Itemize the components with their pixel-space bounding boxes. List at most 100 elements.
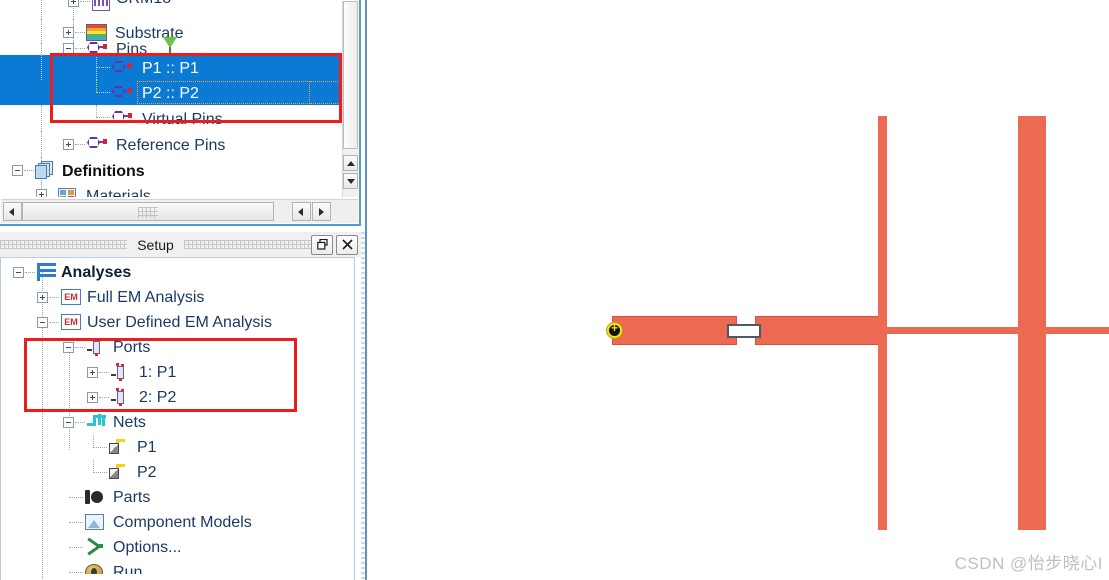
project-tree[interactable]: GRM18 Substrate Pins [0, 0, 342, 198]
expander-minus-icon[interactable] [63, 43, 74, 54]
setup-panel-titlebar[interactable]: Setup [0, 232, 361, 257]
tree-item-label: Reference Pins [116, 137, 226, 154]
expander-plus-icon[interactable] [87, 392, 98, 403]
tree-item-p2[interactable]: P2 :: P2 [0, 80, 342, 105]
setup-item-parts[interactable]: Parts [1, 485, 354, 510]
hscroll-left-button[interactable] [292, 202, 311, 221]
tree-item-grm18[interactable]: GRM18 [0, 0, 342, 19]
hscroll-right-button[interactable] [312, 202, 331, 221]
setup-item-component-models[interactable]: Component Models [1, 510, 354, 535]
vertical-stub-wide[interactable] [1018, 116, 1046, 530]
project-tree-vscrollbar[interactable] [342, 1, 358, 197]
vertical-stub-thin[interactable] [878, 116, 887, 530]
setup-item-nets[interactable]: Nets [1, 410, 354, 435]
port-icon [111, 388, 129, 407]
tree-guide [96, 92, 110, 94]
chevron-down-icon [347, 179, 355, 184]
tree-item-reference-pins[interactable]: Reference Pins [0, 131, 342, 157]
chevron-up-icon [347, 161, 355, 166]
expander-plus-icon[interactable] [63, 27, 74, 38]
tree-guide [69, 497, 83, 499]
left-dock-panel: GRM18 Substrate Pins [0, 0, 367, 580]
layout-canvas[interactable]: CSDN @怡步晓心I [368, 0, 1109, 580]
setup-item-user-defined-em-analysis[interactable]: EM User Defined EM Analysis [1, 310, 354, 335]
tree-guide [96, 117, 110, 119]
setup-item-port-2[interactable]: 2: P2 [1, 385, 354, 410]
tree-guide [41, 105, 43, 131]
expander-minus-icon[interactable] [37, 317, 48, 328]
expander-plus-icon[interactable] [63, 139, 74, 150]
tree-guide [41, 0, 43, 19]
expander-minus-icon[interactable] [63, 342, 74, 353]
setup-item-run[interactable]: Run [1, 560, 354, 574]
setup-item-label: 2: P2 [139, 389, 177, 406]
tree-guide [96, 105, 98, 117]
horizontal-line-main[interactable] [886, 327, 1109, 334]
port-gap[interactable] [727, 324, 761, 338]
chevron-left-icon [9, 208, 14, 216]
definitions-icon [35, 161, 55, 180]
tree-item-definitions[interactable]: Definitions [0, 157, 342, 183]
tree-guide [99, 372, 109, 374]
project-tree-hscrollbar[interactable] [1, 199, 358, 223]
expander-minus-icon[interactable] [13, 267, 24, 278]
setup-panel: Setup Analyses EM Full EM Analysis EM Us… [0, 232, 361, 580]
tree-item-p1[interactable]: P1 :: P1 [0, 55, 342, 80]
setup-item-label: Ports [113, 339, 151, 356]
close-window-button[interactable] [336, 234, 358, 255]
project-tree-panel: GRM18 Substrate Pins [0, 0, 361, 226]
expander-minus-icon[interactable] [63, 417, 74, 428]
expander-plus-icon[interactable] [36, 189, 47, 197]
feed-trace-left[interactable] [612, 316, 737, 345]
tree-guide [75, 347, 85, 349]
feed-trace-right[interactable] [755, 316, 883, 345]
tree-item-virtual-pins[interactable]: Virtual Pins [0, 105, 342, 131]
setup-item-port-1[interactable]: 1: P1 [1, 360, 354, 385]
close-icon [341, 239, 353, 250]
expander-plus-icon[interactable] [87, 367, 98, 378]
expander-minus-icon[interactable] [12, 165, 23, 176]
tree-guide [24, 170, 34, 172]
em-icon: EM [61, 314, 81, 330]
restore-window-button[interactable] [311, 234, 333, 255]
analyses-icon [37, 263, 56, 281]
scroll-left-button[interactable] [3, 202, 22, 221]
setup-item-analyses[interactable]: Analyses [1, 260, 354, 580]
tree-guide [96, 67, 110, 69]
setup-item-net-p1[interactable]: P1 [1, 435, 354, 460]
scroll-down-button[interactable] [343, 173, 358, 189]
setup-item-ports[interactable]: Ports [1, 335, 354, 450]
setup-item-net-p2[interactable]: P2 [1, 460, 354, 485]
setup-item-full-em-analysis[interactable]: EM Full EM Analysis [1, 285, 354, 310]
tree-guide [49, 322, 59, 324]
tree-guide [99, 397, 109, 399]
vscrollbar-thumb[interactable] [343, 1, 358, 149]
parts-icon [85, 489, 104, 505]
tree-item-pins[interactable]: Pins [0, 37, 342, 58]
tree-item-materials[interactable]: Materials [0, 183, 342, 197]
hscrollbar-thumb[interactable] [22, 202, 274, 221]
setup-item-label: Component Models [113, 514, 252, 531]
pin-icon [112, 85, 132, 99]
pin-icon [87, 41, 107, 55]
restore-icon [316, 239, 328, 250]
setup-tree[interactable]: Analyses EM Full EM Analysis EM User Def… [0, 257, 355, 580]
dock-divider[interactable] [365, 0, 367, 580]
chevron-right-icon [319, 208, 324, 216]
port-1-marker[interactable] [606, 320, 623, 339]
setup-item-label: User Defined EM Analysis [87, 314, 272, 331]
tree-item-label: Definitions [62, 163, 145, 180]
setup-panel-title: Setup [137, 236, 174, 253]
tree-guide [69, 547, 83, 549]
scroll-up-button[interactable] [343, 155, 358, 171]
setup-item-label: Options... [113, 539, 182, 556]
tree-guide [41, 19, 43, 45]
substrate-icon [86, 24, 107, 41]
expander-plus-icon[interactable] [37, 292, 48, 303]
expander-plus-icon[interactable] [68, 0, 79, 7]
tree-guide [25, 272, 35, 274]
chevron-left-icon [298, 208, 303, 216]
setup-item-options[interactable]: Options... [1, 535, 354, 560]
rename-edit-box-extension[interactable] [310, 81, 340, 104]
setup-item-label: 1: P1 [139, 364, 177, 381]
